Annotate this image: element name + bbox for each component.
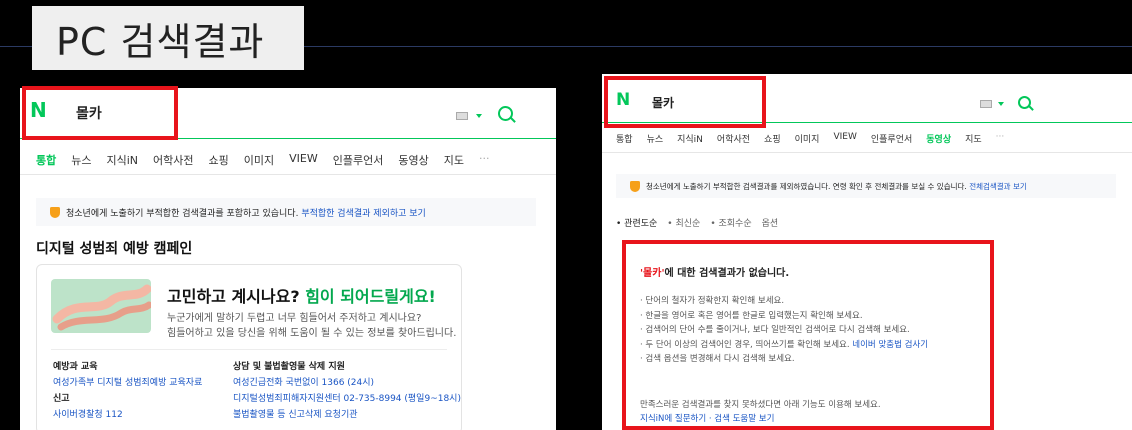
highlight-box-right-results <box>622 240 994 430</box>
tab-7[interactable]: 인플루언서 <box>333 152 384 168</box>
notice-text: 청소년에게 노출하기 부적합한 검색결과를 포함하고 있습니다. <box>66 208 299 219</box>
nav-tabs: 통합 뉴스 지식iN 어학사전 쇼핑 이미지 VIEW 인플루언서 동영상 지도 ··· <box>36 152 489 168</box>
notice-link[interactable]: 부적합한 검색결과 제외하고 보기 <box>301 206 426 219</box>
age-notice: 청소년에게 노출하기 부적합한 검색결과를 포함하고 있습니다. 부적합한 검색… <box>36 198 536 226</box>
card-divider <box>51 349 447 350</box>
tab-8[interactable]: 동영상 <box>926 132 951 145</box>
tab-1[interactable]: 뉴스 <box>71 152 91 168</box>
tab-6[interactable]: VIEW <box>833 132 856 145</box>
tab-7[interactable]: 인플루언서 <box>871 132 912 145</box>
campaign-card: 고민하고 계시나요? 힘이 되어드릴게요! 누군가에게 말하기 두렵고 너무 힘… <box>36 264 462 430</box>
nav-tabs: 통합 뉴스 지식iN 어학사전 쇼핑 이미지 VIEW 인플루언서 동영상 지도 ··· <box>616 132 1004 145</box>
tab-9[interactable]: 지도 <box>965 132 982 145</box>
notice-link[interactable]: 전체검색결과 보기 <box>969 181 1027 192</box>
shield-icon <box>630 180 640 192</box>
sort-options: • 관련도순 • 최신순 • 조회수순 옵션 <box>616 216 778 229</box>
more-tabs-icon[interactable]: ··· <box>996 132 1005 145</box>
tab-3[interactable]: 어학사전 <box>153 152 193 168</box>
page-caption: PC 검색결과 <box>32 6 304 70</box>
support-link-1[interactable]: 여성긴급전화 국번없이 1366 (24시) <box>233 375 461 391</box>
section-title: 디지털 성범죄 예방 캠페인 <box>36 241 193 257</box>
support-link-3[interactable]: 불법촬영물 등 신고삭제 요청기관 <box>233 407 461 423</box>
sort-views[interactable]: • 조회수순 <box>710 216 751 229</box>
tab-8[interactable]: 동영상 <box>398 152 428 168</box>
tab-4[interactable]: 쇼핑 <box>209 152 229 168</box>
keyboard-icon[interactable] <box>980 100 992 108</box>
tab-5[interactable]: 이미지 <box>244 152 274 168</box>
tab-3[interactable]: 어학사전 <box>717 132 750 145</box>
tabs-divider <box>602 152 1132 153</box>
tab-5[interactable]: 이미지 <box>795 132 820 145</box>
sort-relevance[interactable]: • 관련도순 <box>616 216 657 229</box>
chevron-down-icon[interactable] <box>998 102 1004 106</box>
highlight-box-left <box>22 86 178 140</box>
campaign-illustration <box>51 279 151 333</box>
sort-options-toggle[interactable]: 옵션 <box>762 216 779 229</box>
report-link[interactable]: 사이버경찰청 112 <box>53 407 202 423</box>
prevention-link[interactable]: 여성가족부 디지털 성범죄예방 교육자료 <box>53 375 202 391</box>
tab-0[interactable]: 통합 <box>616 132 633 145</box>
support-column: 상담 및 불법촬영물 삭제 지원 여성긴급전화 국번없이 1366 (24시) … <box>233 359 461 423</box>
search-icon[interactable] <box>498 106 513 121</box>
tab-4[interactable]: 쇼핑 <box>764 132 781 145</box>
age-notice: 청소년에게 노출하기 부적합한 검색결과를 제외하였습니다. 연령 확인 후 전… <box>616 174 1116 198</box>
shield-icon <box>50 206 60 218</box>
tab-2[interactable]: 지식iN <box>677 132 703 145</box>
support-link-2[interactable]: 디지털성범죄피해자지원센터 02-735-8994 (평일9~18시) <box>233 391 461 407</box>
sort-latest[interactable]: • 최신순 <box>667 216 700 229</box>
tab-9[interactable]: 지도 <box>444 152 464 168</box>
highlight-box-right-query <box>604 76 766 128</box>
keyboard-icon[interactable] <box>456 112 468 120</box>
campaign-description: 누군가에게 말하기 두렵고 너무 힘들어서 주저하고 계시나요? 힘들어하고 있… <box>167 313 457 339</box>
tab-6[interactable]: VIEW <box>289 152 318 168</box>
campaign-headline: 고민하고 계시나요? 힘이 되어드릴게요! <box>167 287 436 306</box>
search-icon[interactable] <box>1018 96 1031 109</box>
chevron-down-icon[interactable] <box>476 114 482 118</box>
tab-0[interactable]: 통합 <box>36 152 56 168</box>
tabs-divider <box>20 174 556 175</box>
notice-text: 청소년에게 노출하기 부적합한 검색결과를 제외하였습니다. 연령 확인 후 전… <box>646 181 967 191</box>
tab-2[interactable]: 지식iN <box>107 152 139 168</box>
tab-1[interactable]: 뉴스 <box>647 132 664 145</box>
prevention-column: 예방과 교육 여성가족부 디지털 성범죄예방 교육자료 신고 사이버경찰청 11… <box>53 359 202 423</box>
more-tabs-icon[interactable]: ··· <box>479 152 490 168</box>
